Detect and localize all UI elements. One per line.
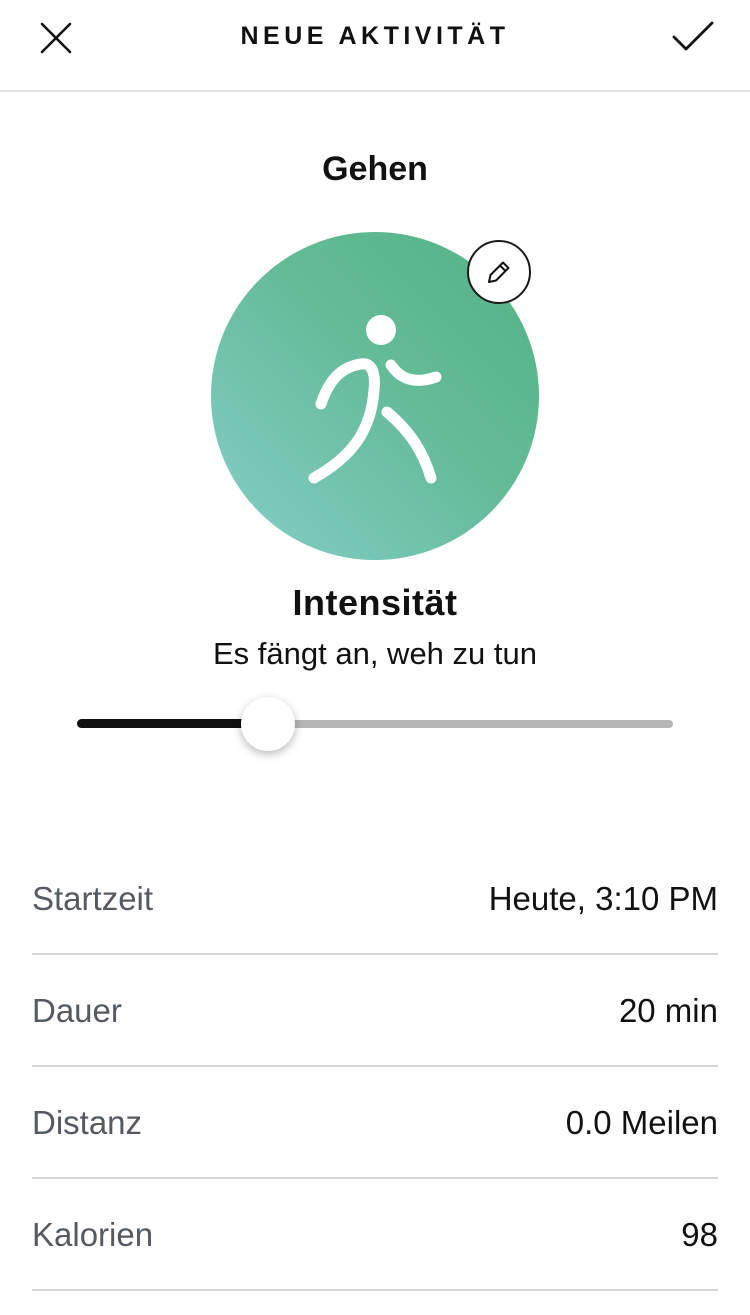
intensity-title: Intensität bbox=[292, 582, 458, 623]
page-title: NEUE AKTIVITÄT bbox=[240, 22, 510, 50]
activity-name: Gehen bbox=[322, 150, 428, 188]
intensity-slider[interactable] bbox=[77, 696, 673, 752]
edit-activity-button[interactable] bbox=[467, 240, 531, 304]
pencil-icon bbox=[488, 261, 510, 283]
slider-fill bbox=[77, 719, 268, 728]
detail-row-kalorien[interactable]: Kalorien 98 bbox=[32, 1179, 718, 1291]
intensity-description: Es fängt an, weh zu tun bbox=[213, 636, 537, 671]
detail-value: Heute, 3:10 PM bbox=[488, 880, 718, 917]
detail-row-dauer[interactable]: Dauer 20 min bbox=[32, 955, 718, 1067]
detail-label: Dauer bbox=[32, 992, 122, 1029]
detail-value: 98 bbox=[681, 1216, 718, 1253]
header-bar: NEUE AKTIVITÄT bbox=[0, 0, 750, 92]
new-activity-screen: NEUE AKTIVITÄT Gehen Intensität Es fängt… bbox=[0, 0, 750, 1315]
detail-label: Distanz bbox=[32, 1104, 143, 1141]
slider-thumb[interactable] bbox=[240, 697, 295, 751]
detail-label: Startzeit bbox=[32, 880, 154, 917]
detail-label: Kalorien bbox=[32, 1216, 154, 1253]
detail-value: 20 min bbox=[618, 992, 718, 1029]
detail-value: 0.0 Meilen bbox=[565, 1104, 718, 1141]
activity-details-list: Startzeit Heute, 3:10 PM Dauer 20 min Distan… bbox=[32, 843, 718, 1291]
check-icon bbox=[672, 21, 714, 51]
detail-row-distanz[interactable]: Distanz 0.0 Meilen bbox=[32, 1067, 718, 1179]
detail-row-startzeit[interactable]: Startzeit Heute, 3:10 PM bbox=[32, 843, 718, 955]
confirm-button[interactable] bbox=[668, 14, 718, 60]
